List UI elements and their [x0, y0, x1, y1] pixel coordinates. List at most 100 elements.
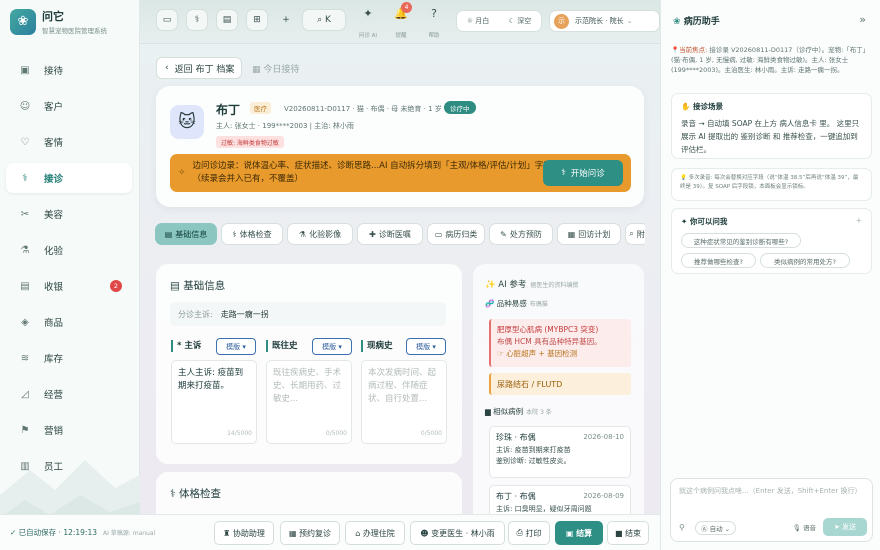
tab-label: 处方预防	[509, 229, 542, 239]
template-button-chief[interactable]: 模版 ▾	[216, 338, 256, 355]
print-button[interactable]: ⎙ 打印	[508, 521, 550, 545]
breed-alert-hcm[interactable]: 肥厚型心肌病 (MYBPC3 突变) 布偶 HCM 具有品种特异基因。 ☞ 心脏…	[489, 319, 631, 367]
patient-card: 🐱 布丁 医疗 V20260811-D0117 · 猫 · 布偶 · 母 未绝育…	[156, 86, 644, 207]
collapse-icon[interactable]: »	[859, 13, 866, 26]
search-icon: ⌕	[317, 15, 323, 25]
card-icon[interactable]: ▭	[156, 9, 178, 31]
tab-label: 附	[636, 229, 645, 239]
chief-complaint-textarea[interactable]: 主人主诉: 疫苗到期来打疫苗。 14/5000	[171, 360, 257, 444]
hospitalize-button[interactable]: ⌂ 办理住院	[345, 521, 405, 545]
breed-alert-flutd[interactable]: 尿路结石 / FLUTD	[489, 373, 631, 395]
tab-label: 体格检查	[239, 229, 272, 239]
microscope-icon: ⚗	[298, 229, 307, 239]
chat-input[interactable]: 就这个病例问我点啥...（Enter 发送，Shift+Enter 换行） ⚲ …	[670, 478, 873, 542]
tab-4[interactable]: ▭ 病历归类	[427, 223, 485, 245]
voice-button[interactable]: 🎙 语音	[793, 522, 816, 532]
sidebar-item[interactable]: ♡ 客情	[6, 127, 132, 157]
gift-icon[interactable]: ⊞	[246, 9, 268, 31]
avatar: 示	[554, 13, 569, 29]
tab-6[interactable]: ▦ 回访计划	[557, 223, 621, 245]
suggestion-chip[interactable]: 类似病例的常用处方?	[760, 253, 850, 268]
record-tabs: ▤ 基础信息 ⚕ 体格检查 ⚗ 化验影像 ✚ 诊断医嘱 ▭ 病历归类 ✎ 处方预防 ▦ 回访计划 ⌕ 附	[155, 223, 645, 247]
tab-1[interactable]: ⚕ 体格检查	[221, 223, 283, 245]
send-button[interactable]: ➤ 发送	[823, 518, 867, 536]
wallet-icon: ▣	[565, 528, 574, 538]
helper-icon: ♜	[223, 528, 231, 538]
stethoscope-icon: ⚕	[561, 168, 566, 178]
scene-card: ✋ 接诊场景 录音 → 自动填 SOAP 在上方 病人信息卡 里。 这里只展示 …	[671, 93, 872, 159]
calendar-icon: ▦	[252, 65, 261, 75]
tab-label: 基础信息	[175, 229, 208, 239]
add-icon[interactable]: +	[856, 216, 862, 225]
past-history-textarea[interactable]: 既往疾病史、手术史、长期用药、过敏史... 0/5000	[266, 360, 352, 444]
add-icon[interactable]: +	[278, 9, 294, 31]
tab-label: 回访计划	[578, 229, 611, 239]
field-label-present-history: 现病史	[361, 340, 393, 352]
stethoscope-icon[interactable]: ⚕	[186, 9, 208, 31]
suggestion-chip[interactable]: 推荐做哪些检查?	[681, 253, 756, 268]
followup-button[interactable]: ▦ 预约复诊	[280, 521, 340, 545]
chart-icon: ◿	[21, 388, 29, 400]
heart-icon: ♡	[20, 136, 30, 148]
suggestion-chip[interactable]: 这种症状常见的鉴别诊断有哪些?	[681, 233, 801, 248]
change-doctor-button[interactable]: ☻ 变更医生 · 林小雨	[410, 521, 505, 545]
tab-0[interactable]: ▤ 基础信息	[155, 223, 217, 245]
sidebar-item[interactable]: ≋ 库存	[6, 343, 132, 373]
ai-reference-panel: ✨ AI 参考 据医生的资料编撰 🧬 品种易感 布偶猫 肥厚型心肌病 (MYBPC3…	[473, 264, 644, 550]
sidebar-item[interactable]: ▣ 接待	[6, 55, 132, 85]
search-button[interactable]: ⌕ K	[302, 9, 346, 31]
search-shortcut: K	[325, 15, 331, 25]
printer-icon: ⎙	[516, 528, 523, 537]
sidebar-item-label: 收银	[44, 282, 64, 293]
tab-3[interactable]: ✚ 诊断医嘱	[357, 223, 423, 245]
record-assistant-panel: ❀ 病历助手 » 📍当前焦点: 接诊录 V20260811-D0117（诊疗中）…	[660, 0, 880, 550]
help-button[interactable]: ? 帮助	[419, 7, 449, 39]
similar-case-card[interactable]: 珍珠 · 布偶 2026-08-10 主诉: 疫苗到期来打疫苗 鉴别诊断: 过敏性…	[489, 426, 631, 478]
app-title: 问它	[42, 10, 64, 23]
template-button-past[interactable]: 模版 ▾	[312, 338, 352, 355]
autosave-status: ✓ 已自动保存 · 12:19:13 AI 草稿源: manual	[10, 528, 156, 537]
theme-dark-option[interactable]: ☾ 深空	[499, 16, 541, 26]
count-badge: 2	[110, 280, 122, 292]
start-consult-button[interactable]: ⚕ 开始问诊	[543, 160, 623, 186]
present-history-textarea[interactable]: 本次发病时间、起病过程、伴随症状、自行处置... 0/5000	[361, 360, 447, 444]
paw-icon[interactable]: ❀	[10, 8, 36, 35]
chevron-down-icon: ⌄	[626, 17, 633, 25]
theme-light-option[interactable]: ☼ 月白	[457, 16, 499, 26]
reminder-badge: 4	[401, 2, 412, 13]
sparkle-icon: ✦	[681, 217, 688, 226]
today-reception-link[interactable]: ▦ 今日接待	[252, 62, 299, 75]
attach-icon[interactable]: ⚲	[679, 523, 685, 532]
chat-icon[interactable]: ▤	[216, 9, 238, 31]
tab-5[interactable]: ✎ 处方预防	[489, 223, 553, 245]
ai-consult-button[interactable]: ✦ 问诊 AI	[353, 7, 383, 39]
user-name: 示范院长 · 院长	[575, 17, 624, 25]
sidebar-item-label: 美容	[44, 210, 64, 221]
assistant-button[interactable]: ♜ 协助助理	[214, 521, 274, 545]
tab-2[interactable]: ⚗ 化验影像	[287, 223, 353, 245]
checkout-button[interactable]: ▣ 结算	[555, 521, 603, 545]
back-button[interactable]: ‹ 返回 布丁 档案	[156, 57, 242, 79]
finish-button[interactable]: ■ 结束	[607, 521, 649, 545]
tab-label: 病历归类	[445, 229, 478, 239]
chevron-left-icon: ‹	[165, 63, 169, 73]
sidebar-item[interactable]: ⚗ 化验	[6, 235, 132, 265]
patient-meta: V20260811-D0117 · 猫 · 布偶 · 母 未绝育 · 1 岁	[284, 105, 442, 113]
sidebar-item[interactable]: ⚕ 接诊	[6, 163, 132, 193]
user-menu[interactable]: 示 示范院长 · 院长 ⌄	[549, 10, 660, 32]
template-button-present[interactable]: 模版 ▾	[406, 338, 446, 355]
reminder-button[interactable]: 🔔 4 提醒	[386, 2, 416, 39]
tab-7[interactable]: ⌕ 附	[625, 223, 645, 245]
brand: ❀ 问它 智慧宠物医院管理系统	[10, 8, 107, 35]
sidebar-item[interactable]: ☺ 客户	[6, 91, 132, 121]
sidebar-item[interactable]: ◈ 商品	[6, 307, 132, 337]
mode-select[interactable]: Ⓐ 自动 ⌄	[695, 521, 737, 535]
bottom-action-bar: ✓ 已自动保存 · 12:19:13 AI 草稿源: manual ♜ 协助助理 …	[0, 514, 660, 550]
folder-icon: ▆	[485, 407, 491, 416]
sidebar-item-label: 库存	[44, 354, 64, 365]
sidebar-item[interactable]: ✂ 美容	[6, 199, 132, 229]
sidebar-item[interactable]: ▤ 收银 2	[6, 271, 132, 301]
info-icon: ▤	[164, 229, 173, 239]
topbar: ▭ ⚕ ▤ ⊞ + ⌕ K ✦ 问诊 AI 🔔 4 提醒 ? 帮助 ☼ 月白 ☾…	[140, 0, 660, 44]
stethoscope-icon: ⚕	[22, 172, 28, 184]
